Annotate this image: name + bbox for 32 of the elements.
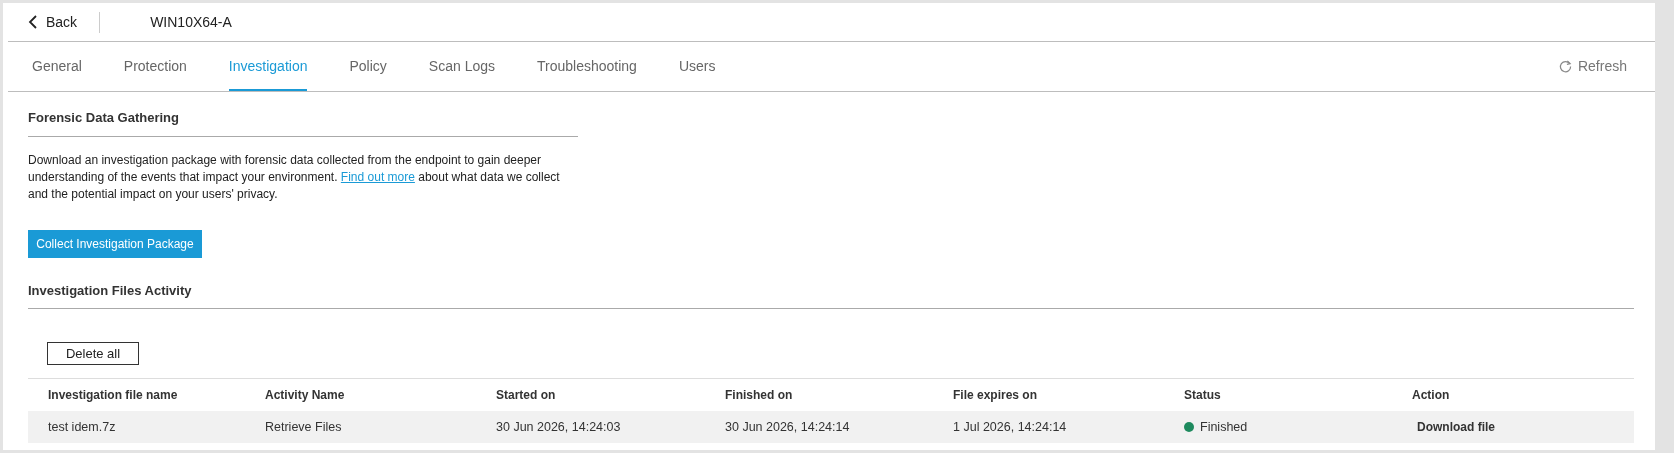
table-cell-text: 30 Jun 2026, 14:24:14	[725, 418, 851, 436]
description-text: Download an investigation package with forensic data collected from the endpoint to gain deeper understanding of the events that impact your environment. Find out more about what data we collect and the potential impact on your users' privacy.	[28, 152, 561, 203]
table-cell-text: 30 Jun 2026, 14:24:03	[496, 418, 622, 436]
table-cell-text: 1 Jul 2026, 14:24:14	[953, 418, 1068, 436]
column-header: Investigation file name	[48, 387, 179, 404]
status-text: Finished	[1200, 418, 1248, 436]
back-button[interactable]: Back	[28, 11, 101, 33]
tab[interactable]: Investigation	[228, 42, 308, 91]
column-header: File expires on	[953, 387, 1039, 404]
delete-all-button[interactable]: Delete all	[47, 342, 139, 365]
column-header: Activity Name	[265, 387, 346, 404]
column-header: Status	[1184, 387, 1222, 404]
table-cell-text: test idem.7z	[48, 418, 117, 436]
collect-package-button[interactable]: Collect Investigation Package	[28, 230, 202, 258]
table-cell-text: Retrieve Files	[265, 418, 343, 436]
find-out-more-link[interactable]: Find out more	[340, 170, 415, 184]
refresh-button[interactable]: Refresh	[1558, 42, 1627, 91]
tab[interactable]: Scan Logs	[428, 42, 495, 91]
download-file-button[interactable]: Download file	[1417, 418, 1495, 436]
column-header: Finished on	[725, 387, 794, 404]
column-header: Action	[1412, 387, 1451, 404]
tab[interactable]: Protection	[123, 42, 187, 91]
tab[interactable]: General	[32, 42, 82, 91]
column-header: Started on	[496, 387, 557, 404]
chevron-left-icon	[28, 15, 38, 29]
refresh-icon	[1558, 60, 1572, 73]
tab[interactable]: Users	[678, 42, 716, 91]
device-name: WIN10X64-A	[150, 12, 232, 32]
section-heading: Forensic Data Gathering	[28, 110, 179, 125]
tab[interactable]: Policy	[349, 42, 387, 91]
section-heading: Investigation Files Activity	[28, 283, 192, 298]
tab[interactable]: Troubleshooting	[537, 42, 637, 91]
